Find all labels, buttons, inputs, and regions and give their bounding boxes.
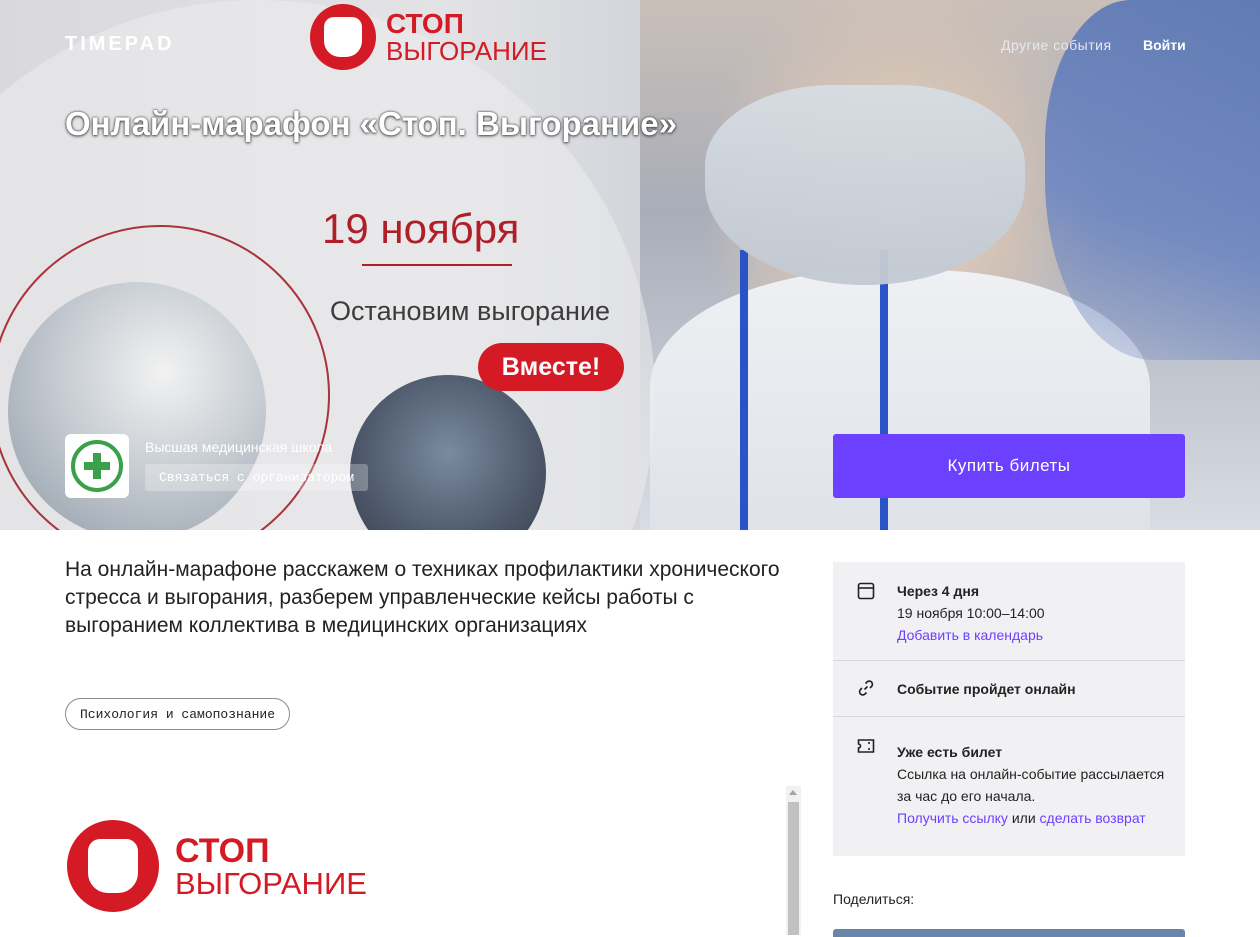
- buy-tickets-button[interactable]: Купить билеты: [833, 434, 1185, 498]
- contact-organizer-button[interactable]: Связаться с организатором: [145, 464, 369, 491]
- poster-divider: [362, 264, 512, 266]
- nav-login-link[interactable]: Войти: [1143, 37, 1186, 53]
- hero-photo-glove: [1045, 0, 1260, 360]
- organizer-block: Высшая медицинская школа Связаться с орг…: [65, 434, 369, 498]
- stop-hand-icon: [67, 820, 159, 912]
- embed-stop-burnout-logo: СТОП ВЫГОРАНИЕ: [67, 820, 367, 912]
- has-ticket-title: Уже есть билет: [897, 744, 1003, 760]
- poster-pill: Вместе!: [478, 343, 624, 391]
- share-button-vk[interactable]: [833, 929, 1185, 937]
- or-text: или: [1011, 810, 1036, 826]
- event-title: Онлайн-марафон «Стоп. Выгорание»: [65, 105, 677, 142]
- stop-logo-line1: СТОП: [386, 8, 464, 39]
- calendar-icon: [857, 582, 875, 600]
- embed-stop-line1: СТОП: [175, 831, 270, 870]
- link-icon: [858, 680, 874, 696]
- online-event-label: Событие пройдет онлайн: [897, 681, 1076, 697]
- get-link-link[interactable]: Получить ссылку: [897, 810, 1008, 826]
- stop-burnout-logo: СТОП ВЫГОРАНИЕ: [310, 4, 547, 70]
- ticket-info-text: Ссылка на онлайн-событие рассылается за …: [897, 766, 1165, 804]
- poster-date: 19 ноября: [322, 205, 520, 252]
- share-label: Поделиться:: [833, 891, 915, 907]
- stop-logo-line2: ВЫГОРАНИЕ: [386, 36, 547, 66]
- organizer-name[interactable]: Высшая медицинская школа: [145, 439, 368, 455]
- days-until-event: Через 4 дня: [897, 583, 979, 599]
- event-hero: 19 ноября Остановим выгорание Вместе! TI…: [0, 0, 1260, 530]
- info-row-ticket: Уже есть билет Ссылка на онлайн-событие …: [833, 717, 1185, 856]
- event-description: На онлайн-марафоне расскажем о техниках …: [65, 558, 780, 637]
- scroll-up-arrow-icon[interactable]: [789, 790, 797, 795]
- event-datetime: 19 ноября 10:00–14:00: [897, 605, 1045, 621]
- info-row-online: Событие пройдет онлайн: [833, 661, 1185, 716]
- scroll-thumb[interactable]: [788, 802, 799, 935]
- hero-photo-lanyard: [740, 250, 748, 530]
- category-tag[interactable]: Психология и самопознание: [65, 698, 291, 730]
- timepad-logo[interactable]: TIMEPAD: [65, 33, 175, 56]
- refund-link[interactable]: сделать возврат: [1040, 810, 1146, 826]
- poster-subtitle: Остановим выгорание: [330, 296, 611, 326]
- nav-other-events-link[interactable]: Другие события: [1001, 37, 1112, 53]
- event-info-card: Через 4 дня 19 ноября 10:00–14:00 Добави…: [833, 562, 1185, 856]
- stop-hand-icon: [310, 4, 376, 70]
- medical-cross-icon: [84, 453, 110, 479]
- embed-stop-line2: ВЫГОРАНИЕ: [175, 865, 367, 901]
- ticket-icon: [857, 739, 875, 753]
- info-row-date: Через 4 дня 19 ноября 10:00–14:00 Добави…: [833, 562, 1185, 660]
- hero-photo-mask: [705, 85, 1025, 285]
- organizer-logo[interactable]: [65, 434, 129, 498]
- add-to-calendar-link[interactable]: Добавить в календарь: [897, 627, 1043, 643]
- embed-scrollbar[interactable]: [786, 786, 801, 935]
